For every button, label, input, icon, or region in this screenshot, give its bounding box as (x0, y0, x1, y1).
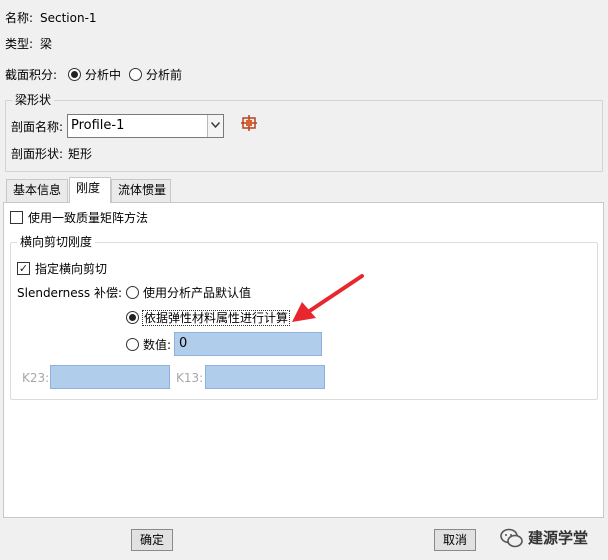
profile-name-value: Profile-1 (71, 118, 125, 133)
slenderness-value-field[interactable]: 0 (174, 332, 322, 356)
chevron-down-icon[interactable] (207, 115, 223, 137)
wechat-icon (500, 527, 524, 549)
integration-before-label[interactable]: 分析前 (146, 67, 182, 83)
tab-stiffness[interactable]: 刚度 (69, 177, 111, 203)
profile-name-label: 剖面名称: (11, 120, 64, 134)
slenderness-value-label[interactable]: 数值: (143, 337, 171, 353)
profile-shape-value: 矩形 (68, 147, 93, 161)
slenderness-value-text: 0 (179, 336, 188, 351)
ok-button[interactable]: 确定 (131, 529, 173, 551)
k13-label: K13: (176, 371, 204, 385)
transverse-shear-title: 横向剪切刚度 (17, 235, 96, 249)
name-label: 名称: (5, 11, 34, 25)
slenderness-label: Slenderness 补偿: (17, 286, 123, 300)
slenderness-elastic-radio[interactable] (126, 311, 139, 324)
integration-during-radio[interactable] (68, 68, 81, 81)
name-value: Section-1 (40, 11, 97, 25)
integration-during-label[interactable]: 分析中 (85, 67, 121, 83)
slenderness-elastic-label[interactable]: 依据弹性材料属性进行计算 (142, 310, 291, 326)
type-label: 类型: (5, 37, 34, 51)
annotation-arrow-icon (292, 274, 364, 322)
watermark-text: 建源学堂 (528, 529, 589, 547)
specify-shear-label[interactable]: 指定横向剪切 (35, 261, 107, 277)
cancel-button[interactable]: 取消 (434, 529, 476, 551)
profile-shape-label: 剖面形状: (11, 147, 64, 161)
slenderness-default-label[interactable]: 使用分析产品默认值 (143, 285, 251, 301)
slenderness-default-radio[interactable] (126, 286, 139, 299)
profile-create-icon[interactable] (240, 114, 258, 132)
k23-field[interactable] (50, 365, 170, 389)
k13-field[interactable] (205, 365, 325, 389)
type-value: 梁 (40, 37, 53, 51)
integration-before-radio[interactable] (129, 68, 142, 81)
profile-name-select[interactable]: Profile-1 (67, 114, 224, 138)
consistent-mass-label[interactable]: 使用一致质量矩阵方法 (28, 210, 148, 226)
beam-shape-title: 梁形状 (12, 93, 55, 107)
consistent-mass-checkbox[interactable] (10, 211, 23, 224)
tab-fluid-inertia[interactable]: 流体惯量 (111, 179, 171, 202)
slenderness-value-radio[interactable] (126, 338, 139, 351)
k23-label: K23: (22, 371, 50, 385)
specify-shear-checkbox[interactable]: ✓ (17, 262, 30, 275)
section-integration-label: 截面积分: (5, 68, 58, 82)
tab-basic-info[interactable]: 基本信息 (6, 179, 68, 202)
